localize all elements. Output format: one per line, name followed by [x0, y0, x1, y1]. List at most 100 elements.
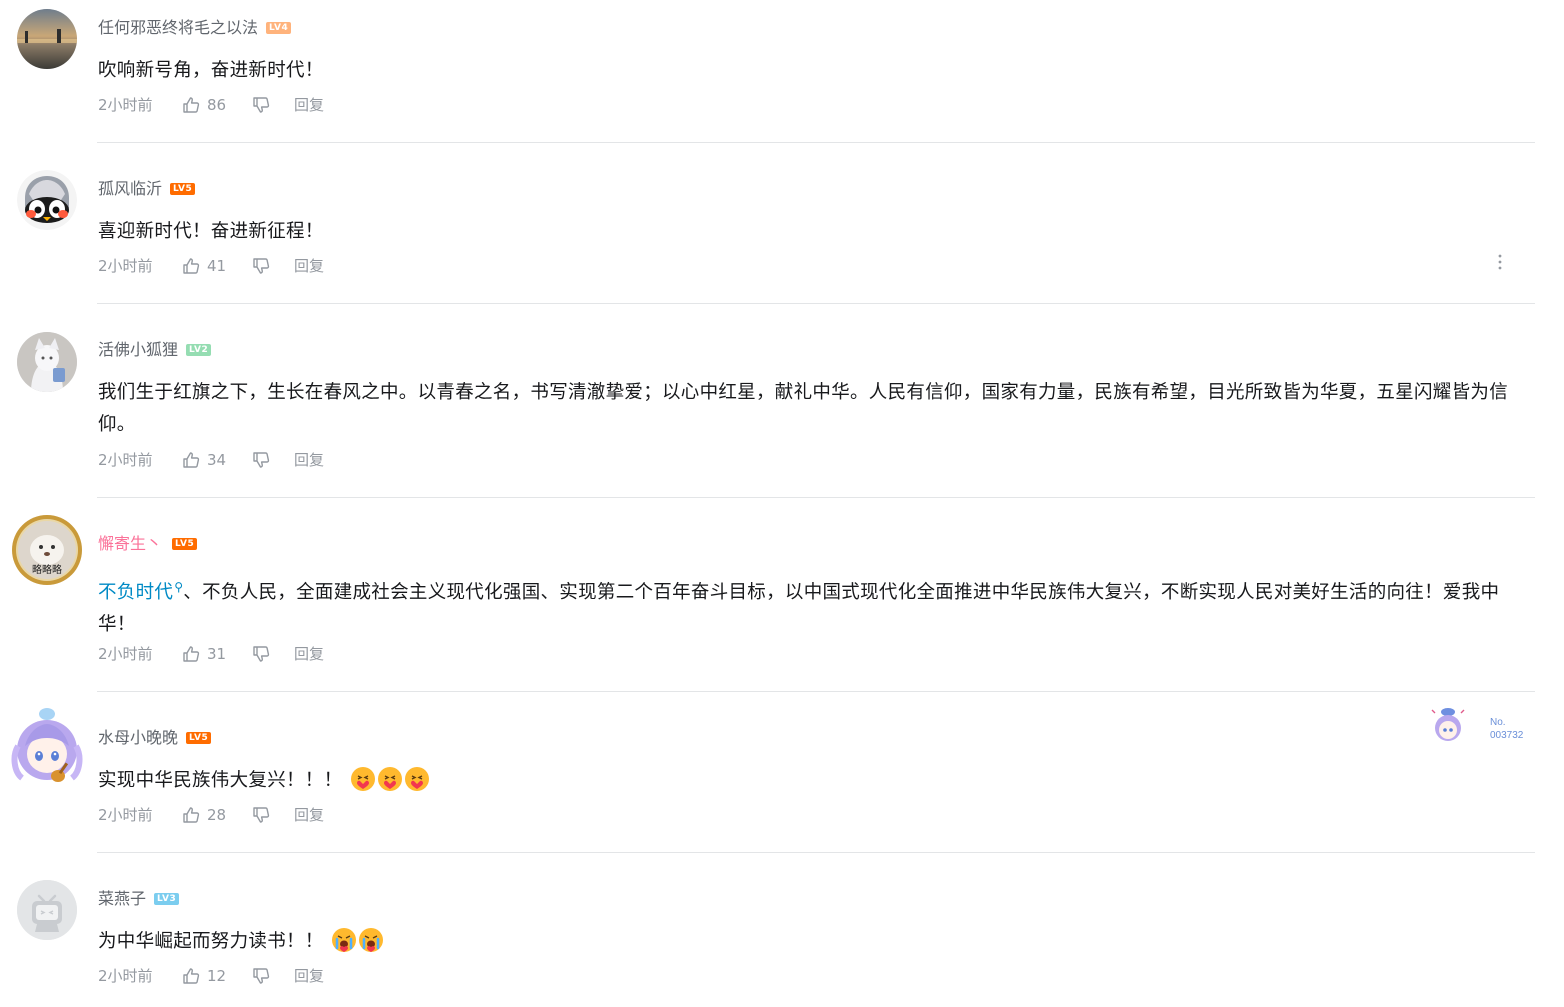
thumbs-up-icon: [183, 97, 200, 113]
comment-text: 我们生于红旗之下，生长在春风之中。以青春之名，书写清澈挚爱；以心中红星，献礼中华…: [98, 382, 1509, 435]
heart-hug-emoji-icon: [350, 767, 375, 791]
user-avatar[interactable]: [17, 9, 77, 69]
dislike-button[interactable]: [252, 96, 294, 114]
comment-text: 为中华崛起而努力读书！！: [98, 931, 324, 952]
like-button[interactable]: 34: [182, 450, 252, 470]
like-button[interactable]: 86: [182, 95, 252, 115]
like-count: 31: [207, 645, 227, 663]
comment-text: 喜迎新时代！奋进新征程！: [98, 221, 324, 242]
like-button[interactable]: 31: [182, 644, 252, 664]
thumbs-up-icon: [183, 646, 200, 662]
reply-button[interactable]: 回复: [294, 450, 324, 470]
comment-text: 实现中华民族伟大复兴！！！: [98, 770, 343, 791]
username[interactable]: 懈寄生丶 LV5: [98, 534, 198, 554]
username-text[interactable]: 任何邪恶终将毛之以法: [98, 18, 258, 37]
level-badge: LV3: [154, 892, 180, 905]
thumbs-down-icon: [253, 646, 270, 662]
reply-button[interactable]: 回复: [294, 966, 324, 986]
level-badge: LV2: [186, 343, 212, 356]
thumbs-down-icon: [253, 452, 270, 468]
fan-badge-number: No. 003732: [1490, 716, 1523, 742]
comment-content: 我们生于红旗之下，生长在春风之中。以青春之名，书写清澈挚爱；以心中红星，献礼中华…: [98, 377, 1528, 441]
user-avatar[interactable]: [17, 880, 77, 940]
divider: [97, 691, 1535, 692]
dislike-button[interactable]: [252, 645, 294, 663]
comment-meta: 2小时前 31 回复: [98, 644, 324, 664]
user-avatar[interactable]: [17, 332, 77, 392]
username-text[interactable]: 水母小晚晚: [98, 728, 178, 747]
comment-content: 不负时代⚲、不负人民，全面建成社会主义现代化强国、实现第二个百年奋斗目标，以中国…: [98, 571, 1528, 641]
heart-hug-emoji-icon: [377, 767, 402, 791]
dislike-button[interactable]: [252, 257, 294, 275]
crying-emoji-icon: [358, 928, 383, 952]
comment-content: 实现中华民族伟大复兴！！！: [98, 765, 1528, 797]
level-badge: LV4: [266, 21, 292, 34]
comment-text: 、不负人民，全面建成社会主义现代化强国、实现第二个百年奋斗目标，以中国式现代化全…: [98, 582, 1500, 636]
username[interactable]: 菜燕子 LV3: [98, 889, 180, 909]
username[interactable]: 任何邪恶终将毛之以法 LV4: [98, 18, 292, 38]
like-button[interactable]: 41: [182, 256, 252, 276]
like-count: 86: [207, 96, 227, 114]
comment-time: 2小时前: [98, 451, 153, 469]
username-text[interactable]: 活佛小狐狸: [98, 340, 178, 359]
divider: [97, 303, 1535, 304]
user-avatar[interactable]: [10, 706, 84, 786]
reply-button[interactable]: 回复: [294, 256, 324, 276]
level-badge: LV5: [186, 731, 212, 744]
user-avatar[interactable]: [17, 170, 77, 230]
avatar-caption: 略略略: [32, 563, 62, 576]
thumbs-down-icon: [253, 97, 270, 113]
thumbs-down-icon: [253, 258, 270, 274]
username-text[interactable]: 懈寄生丶: [98, 534, 162, 553]
comment-content: 吹响新号角，奋进新时代！: [98, 55, 1528, 87]
like-button[interactable]: 12: [182, 966, 252, 986]
comment-time: 2小时前: [98, 645, 153, 663]
like-button[interactable]: 28: [182, 805, 252, 825]
like-count: 34: [207, 451, 227, 469]
dislike-button[interactable]: [252, 451, 294, 469]
divider: [97, 497, 1535, 498]
username-text[interactable]: 菜燕子: [98, 889, 146, 908]
divider: [97, 852, 1535, 853]
comment-time: 2小时前: [98, 967, 153, 985]
comment-time: 2小时前: [98, 257, 153, 275]
fan-badge-icon: [1431, 708, 1465, 741]
comment-meta: 2小时前 28 回复: [98, 805, 324, 825]
fan-badge-no-label: No.: [1490, 717, 1506, 728]
comment-text: 吹响新号角，奋进新时代！: [98, 60, 324, 81]
thumbs-down-icon: [253, 807, 270, 823]
reply-button[interactable]: 回复: [294, 805, 324, 825]
thumbs-up-icon: [183, 968, 200, 984]
thumbs-down-icon: [253, 968, 270, 984]
thumbs-up-icon: [183, 258, 200, 274]
username[interactable]: 活佛小狐狸 LV2: [98, 340, 212, 360]
more-options-icon[interactable]: [1492, 252, 1508, 272]
level-badge: LV5: [172, 537, 198, 550]
dislike-button[interactable]: [252, 967, 294, 985]
like-count: 28: [207, 806, 227, 824]
reply-button[interactable]: 回复: [294, 95, 324, 115]
divider: [97, 142, 1535, 143]
like-count: 12: [207, 967, 227, 985]
fan-badge-num: 003732: [1490, 730, 1524, 741]
reply-button[interactable]: 回复: [294, 644, 324, 664]
thumbs-up-icon: [183, 807, 200, 823]
comment-time: 2小时前: [98, 96, 153, 114]
dislike-button[interactable]: [252, 806, 294, 824]
search-icon: ⚲: [174, 580, 184, 594]
username[interactable]: 水母小晚晚 LV5: [98, 728, 212, 748]
thumbs-up-icon: [183, 452, 200, 468]
comment-meta: 2小时前 34 回复: [98, 450, 324, 470]
username-text[interactable]: 孤风临沂: [98, 179, 162, 198]
username[interactable]: 孤风临沂 LV5: [98, 179, 196, 199]
comment-content: 喜迎新时代！奋进新征程！: [98, 216, 1528, 248]
user-avatar[interactable]: 略略略: [11, 514, 83, 586]
topic-link[interactable]: 不负时代: [98, 582, 173, 603]
comment-meta: 2小时前 41 回复: [98, 256, 324, 276]
fan-badge[interactable]: No. 003732: [1426, 704, 1536, 744]
level-badge: LV5: [170, 182, 196, 195]
heart-hug-emoji-icon: [404, 767, 429, 791]
comment-meta: 2小时前 12 回复: [98, 966, 324, 986]
comment-meta: 2小时前 86 回复: [98, 95, 324, 115]
like-count: 41: [207, 257, 227, 275]
